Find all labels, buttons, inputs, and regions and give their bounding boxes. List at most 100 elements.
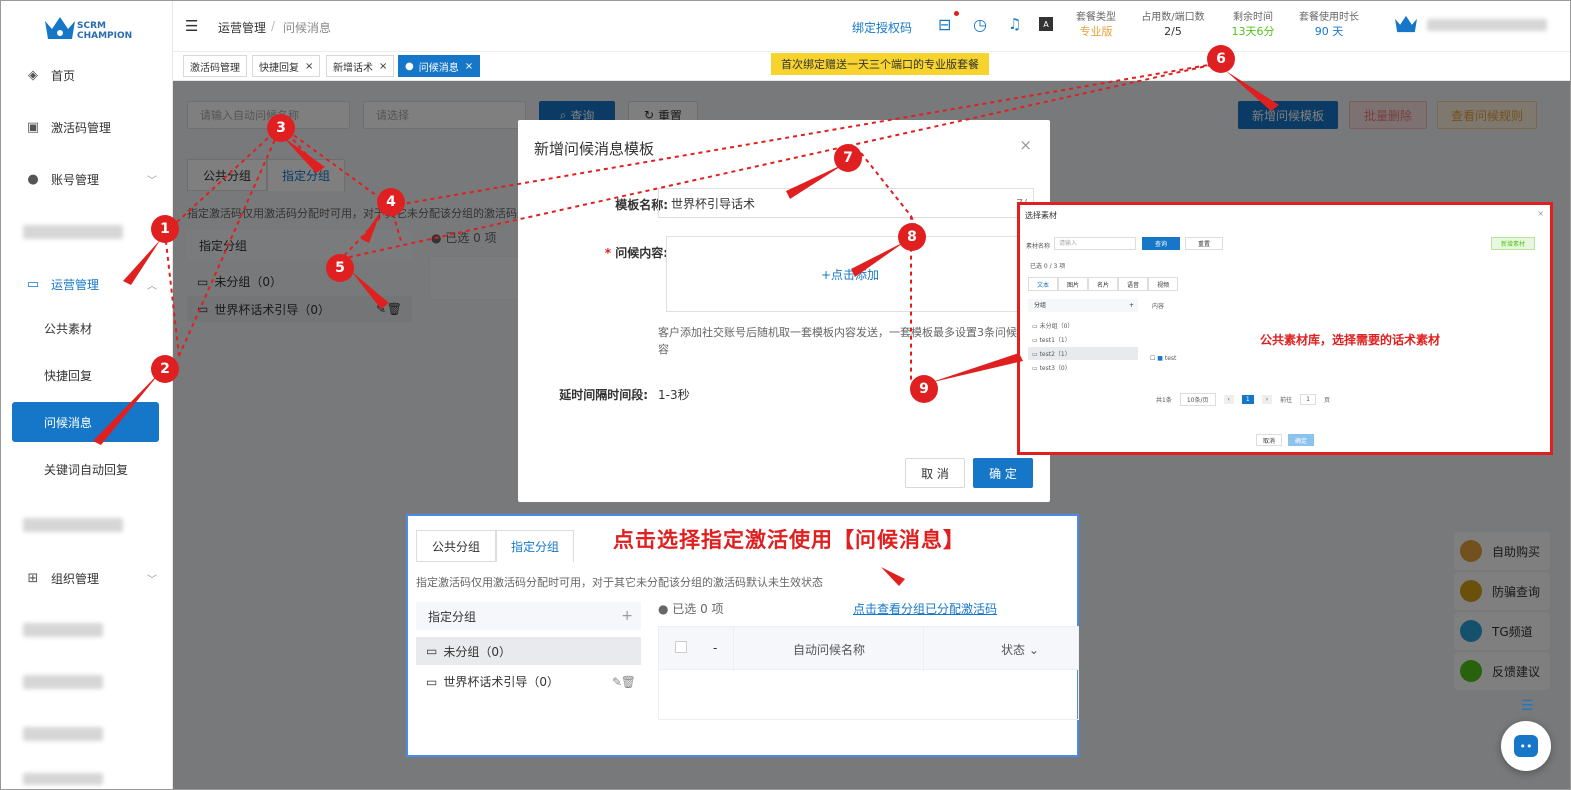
blurred-menu-item[interactable] (23, 225, 123, 239)
bind-code-link[interactable]: 绑定授权码 (852, 19, 912, 36)
tab-quick-reply[interactable]: 快捷回复 × (252, 55, 321, 77)
layers-icon: ◈ (28, 67, 38, 83)
close-icon[interactable]: × (1537, 209, 1544, 218)
inset-hint: 指定激活码仅用激活码分配时可用，对于其它未分配该分组的激活码默认未生效状态 (416, 576, 823, 589)
trash-icon[interactable]: 🗑 (621, 675, 636, 689)
stat-ports: 占用数/端口数 2/5 (1141, 12, 1205, 38)
add-icon[interactable]: + (621, 608, 633, 624)
blurred-username[interactable] (1427, 19, 1547, 31)
folder-icon: ▭ (426, 674, 438, 689)
tab-new-script[interactable]: 新增话术 × (326, 55, 395, 77)
material-search-input[interactable]: 请输入 (1054, 237, 1136, 250)
close-icon[interactable]: × (379, 61, 387, 72)
avatar[interactable] (1393, 13, 1419, 35)
tab-card[interactable]: 名片 (1088, 277, 1119, 291)
sidebar-subitem-public-material[interactable]: 公共素材 (12, 308, 159, 348)
step-marker: 2 (151, 355, 179, 383)
step-marker: 1 (151, 215, 179, 243)
menu-toggle-icon[interactable]: ☰ (185, 17, 198, 35)
material-picker-screenshot: 选择素材 × 素材名称 请输入 查询 重置 新增素材 已选 0 / 3 项 文本… (1017, 202, 1553, 455)
modal-title: 新增问候消息模板 (534, 140, 655, 158)
language-icon[interactable]: A (1039, 17, 1053, 31)
material-reset-button[interactable]: 重置 (1185, 237, 1223, 250)
sidebar-subitem-quick-reply[interactable]: 快捷回复 (12, 355, 159, 395)
blurred-menu-item[interactable] (23, 727, 103, 741)
material-group-item[interactable]: ▭ 未分组（0） (1032, 321, 1073, 330)
tab-voice[interactable]: 语音 (1118, 277, 1149, 291)
tab-activation[interactable]: 激活码管理 (183, 55, 247, 77)
inset-group-ungrouped[interactable]: ▭ 未分组（0） (416, 637, 641, 665)
sidebar-item-activation[interactable]: ▣ 激活码管理 (1, 107, 173, 147)
inset-selected: ● 已选 0 项 (658, 602, 724, 616)
col-name: 自动问候名称 (793, 643, 866, 657)
logo: SCRM CHAMPION (41, 11, 141, 47)
sidebar-subitem-greeting[interactable]: 问候消息 (12, 402, 159, 442)
notification-dot (954, 11, 959, 16)
app-window: SCRM CHAMPION ◈ 首页 ▣ 激活码管理 ● 账号管理 ﹀ ▭ 运营… (0, 0, 1571, 790)
step-marker: 4 (377, 188, 405, 216)
material-cancel-button[interactable]: 取消 (1256, 434, 1282, 446)
lock-icon: ▣ (26, 119, 40, 135)
step-marker: 3 (267, 114, 295, 142)
inset-panel-header: 指定分组 + (416, 602, 641, 630)
confirm-button[interactable]: 确 定 (973, 458, 1033, 488)
material-query-button[interactable]: 查询 (1142, 237, 1180, 250)
material-group-item[interactable]: ▭ test3（0） (1032, 363, 1071, 372)
material-new-button[interactable]: 新增素材 (1491, 237, 1535, 250)
delay-value: 1-3秒 (658, 388, 690, 402)
step-marker: 7 (834, 144, 862, 172)
sidebar-item-operations[interactable]: ▭ 运营管理 ︿ (1, 264, 173, 304)
crown-logo-icon (45, 17, 75, 39)
view-assigned-codes-link[interactable]: 点击查看分组已分配激活码 (853, 600, 997, 617)
list-icon[interactable]: ☰ (1521, 698, 1534, 714)
material-group-item[interactable]: ▭ test2（1） (1032, 349, 1071, 358)
close-icon[interactable]: × (465, 61, 473, 72)
breadcrumb-parent[interactable]: 运营管理 (218, 19, 266, 36)
new-greeting-modal: 新增问候消息模板 × 模板名称: 世界杯引导话术7/ * 问候内容: +点击添加… (518, 120, 1050, 502)
inset-group-worldcup[interactable]: ▭ 世界杯话术引导（0） ✎ 🗑 (426, 673, 636, 690)
step-marker: 9 (910, 375, 938, 403)
stat-duration: 套餐使用时长 90 天 (1299, 12, 1359, 38)
top-header: ☰ 运营管理 / 问候消息 绑定授权码 ⊟ ◷ ♫ A 套餐类型 专业版 占用数… (173, 1, 1570, 51)
promo-banner: 首次绑定赠送一天三个端口的专业版套餐 (771, 53, 989, 75)
close-icon[interactable]: × (305, 61, 313, 72)
tab-text[interactable]: 文本 (1028, 277, 1059, 291)
pagination: 共1条 10条/页 ‹ 1 › 前往 1 页 (1156, 393, 1330, 406)
select-all-checkbox[interactable] (675, 641, 687, 653)
tab-video[interactable]: 视频 (1148, 277, 1179, 291)
template-name-input[interactable]: 世界杯引导话术7/ (658, 188, 1034, 218)
material-confirm-button[interactable]: 确定 (1288, 434, 1314, 446)
cancel-button[interactable]: 取 消 (905, 458, 965, 488)
add-content-button[interactable]: +点击添加 (666, 236, 1034, 312)
blurred-menu-item[interactable] (23, 675, 103, 689)
close-icon[interactable]: × (1019, 136, 1032, 154)
sidebar-item-home[interactable]: ◈ 首页 (1, 55, 173, 95)
material-group-item[interactable]: ▭ test1（1） (1032, 335, 1071, 344)
logo-line1: SCRM (77, 21, 106, 31)
bell-icon[interactable]: ♫ (1008, 15, 1021, 33)
inset-table-header: - 自动问候名称 状态 ⌄ (658, 626, 1079, 671)
blurred-menu-item[interactable] (23, 773, 103, 785)
sidebar-subitem-keyword-reply[interactable]: 关键词自动回复 (12, 449, 159, 489)
sidebar-item-accounts[interactable]: ● 账号管理 ﹀ (1, 159, 173, 199)
blurred-menu-item[interactable] (23, 518, 123, 532)
sidebar-item-org[interactable]: ⊞ 组织管理 ﹀ (1, 558, 173, 598)
chat-support-button[interactable]: •• (1501, 721, 1551, 771)
clock-icon[interactable]: ◷ (973, 15, 987, 34)
breadcrumb-current: 问候消息 (283, 21, 332, 35)
user-icon: ● (27, 171, 39, 187)
material-name-label: 素材名称 (1026, 243, 1051, 250)
material-item[interactable]: ☐ ■ test (1150, 355, 1176, 362)
blurred-menu-item[interactable] (23, 623, 103, 637)
tab-greeting[interactable]: ● 问候消息 × (398, 55, 481, 77)
col-status[interactable]: 状态 ⌄ (1001, 641, 1039, 658)
inset-tab-public[interactable]: 公共分组 (416, 530, 496, 562)
material-content-header: 内容 (1152, 303, 1165, 310)
inset-tab-assigned[interactable]: 指定分组 (496, 530, 574, 562)
org-chart-icon: ⊞ (27, 570, 39, 586)
inset-table-body (658, 670, 1079, 720)
sidebar-item-label: 组织管理 (51, 571, 100, 586)
material-title: 选择素材 (1025, 211, 1057, 220)
tab-image[interactable]: 图片 (1058, 277, 1089, 291)
gift-icon[interactable]: ⊟ (938, 15, 951, 34)
